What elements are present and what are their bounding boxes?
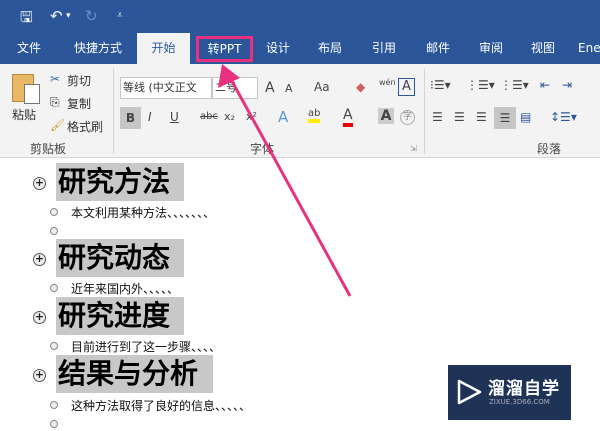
watermark-logo: 溜溜自学 ZIXUE.3D66.COM <box>448 365 571 420</box>
watermark-name: 溜溜自学 <box>488 379 560 399</box>
play-logo-icon <box>457 379 482 405</box>
watermark-url: ZIXUE.3D66.COM <box>489 398 550 406</box>
arrow-line <box>226 73 352 297</box>
arrow-head-icon <box>218 64 240 88</box>
